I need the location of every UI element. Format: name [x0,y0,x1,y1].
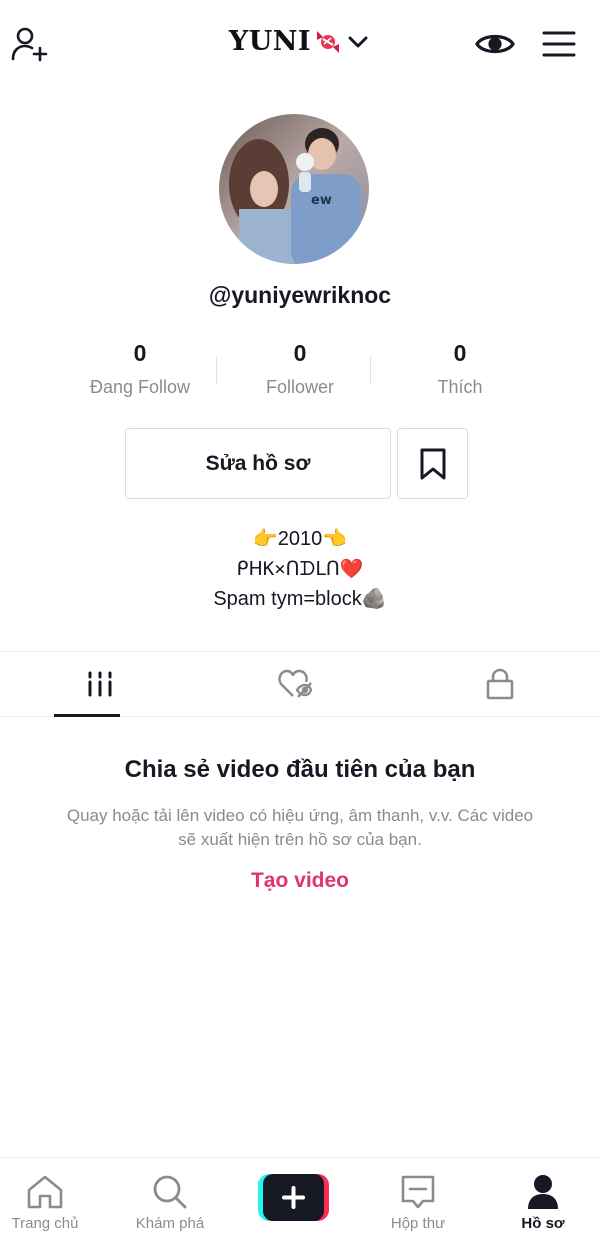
nav-label: Hồ sơ [521,1215,565,1232]
profile-tabs [0,651,600,717]
likes-label: Thích [437,377,483,397]
create-button[interactable] [258,1174,329,1221]
edit-profile-button[interactable]: Sửa hồ sơ [125,428,391,499]
following-count: 0 [133,340,147,366]
bio-line: ᑭᕼK×ᑎᗪᒪᑎ❤️ [236,558,364,580]
followers-count: 0 [293,340,307,366]
profile-stats: 0 Đang Follow 0 Follower 0 Thích [60,336,540,406]
chevron-down-icon[interactable] [345,29,371,55]
nav-discover[interactable]: Khám phá [110,1158,230,1251]
menu-icon[interactable] [536,22,582,66]
top-bar: YUNI [0,0,600,90]
following-stat[interactable]: 0 Đang Follow [60,336,220,406]
tab-private[interactable] [400,652,600,716]
nav-profile[interactable]: Hồ sơ [483,1158,600,1251]
bio-line: Spam tym=block🪨 [213,588,387,610]
inbox-icon [358,1174,478,1210]
nav-label: Trang chủ [11,1215,79,1232]
profile-icon [483,1174,600,1210]
likes-count: 0 [453,340,467,366]
search-icon [110,1174,230,1210]
bookmark-icon [420,448,445,479]
stat-divider [216,356,217,384]
favorites-button[interactable] [397,428,468,499]
empty-state-title: Chia sẻ video đầu tiên của bạn [124,756,476,783]
svg-text:ew: ew [311,193,332,208]
following-label: Đang Follow [89,377,191,397]
candy-icon [317,30,340,53]
create-video-link[interactable]: Tạo video [0,869,600,893]
nav-inbox[interactable]: Hộp thư [358,1158,478,1251]
bio-line: 👉2010👈 [252,528,348,550]
bio: 👉2010👈 ᑭᕼK×ᑎᗪᒪᑎ❤️ Spam tym=block🪨 [0,524,600,614]
bottom-nav: Trang chủ Khám phá Hộp thư Hồ sơ [0,1157,600,1251]
grid-videos-icon [88,671,112,697]
username: @yuniyewriknoc [208,282,392,308]
stat-divider [370,356,371,384]
tab-liked[interactable] [195,652,395,716]
account-title: YUNI [228,26,312,57]
eye-icon[interactable] [470,22,520,66]
followers-stat[interactable]: 0 Follower [220,336,380,406]
liked-hidden-icon [278,669,313,698]
empty-state-description: Quay hoặc tải lên video có hiệu ứng, âm … [66,806,534,849]
active-tab-indicator [54,714,120,717]
tab-videos[interactable] [0,652,200,717]
likes-stat[interactable]: 0 Thích [380,336,540,406]
home-icon [0,1174,105,1210]
nav-home[interactable]: Trang chủ [0,1158,105,1251]
avatar[interactable]: ew [219,114,369,264]
lock-icon [486,668,514,700]
nav-label: Khám phá [135,1215,205,1232]
nav-label: Hộp thư [390,1215,446,1232]
followers-label: Follower [265,377,335,397]
